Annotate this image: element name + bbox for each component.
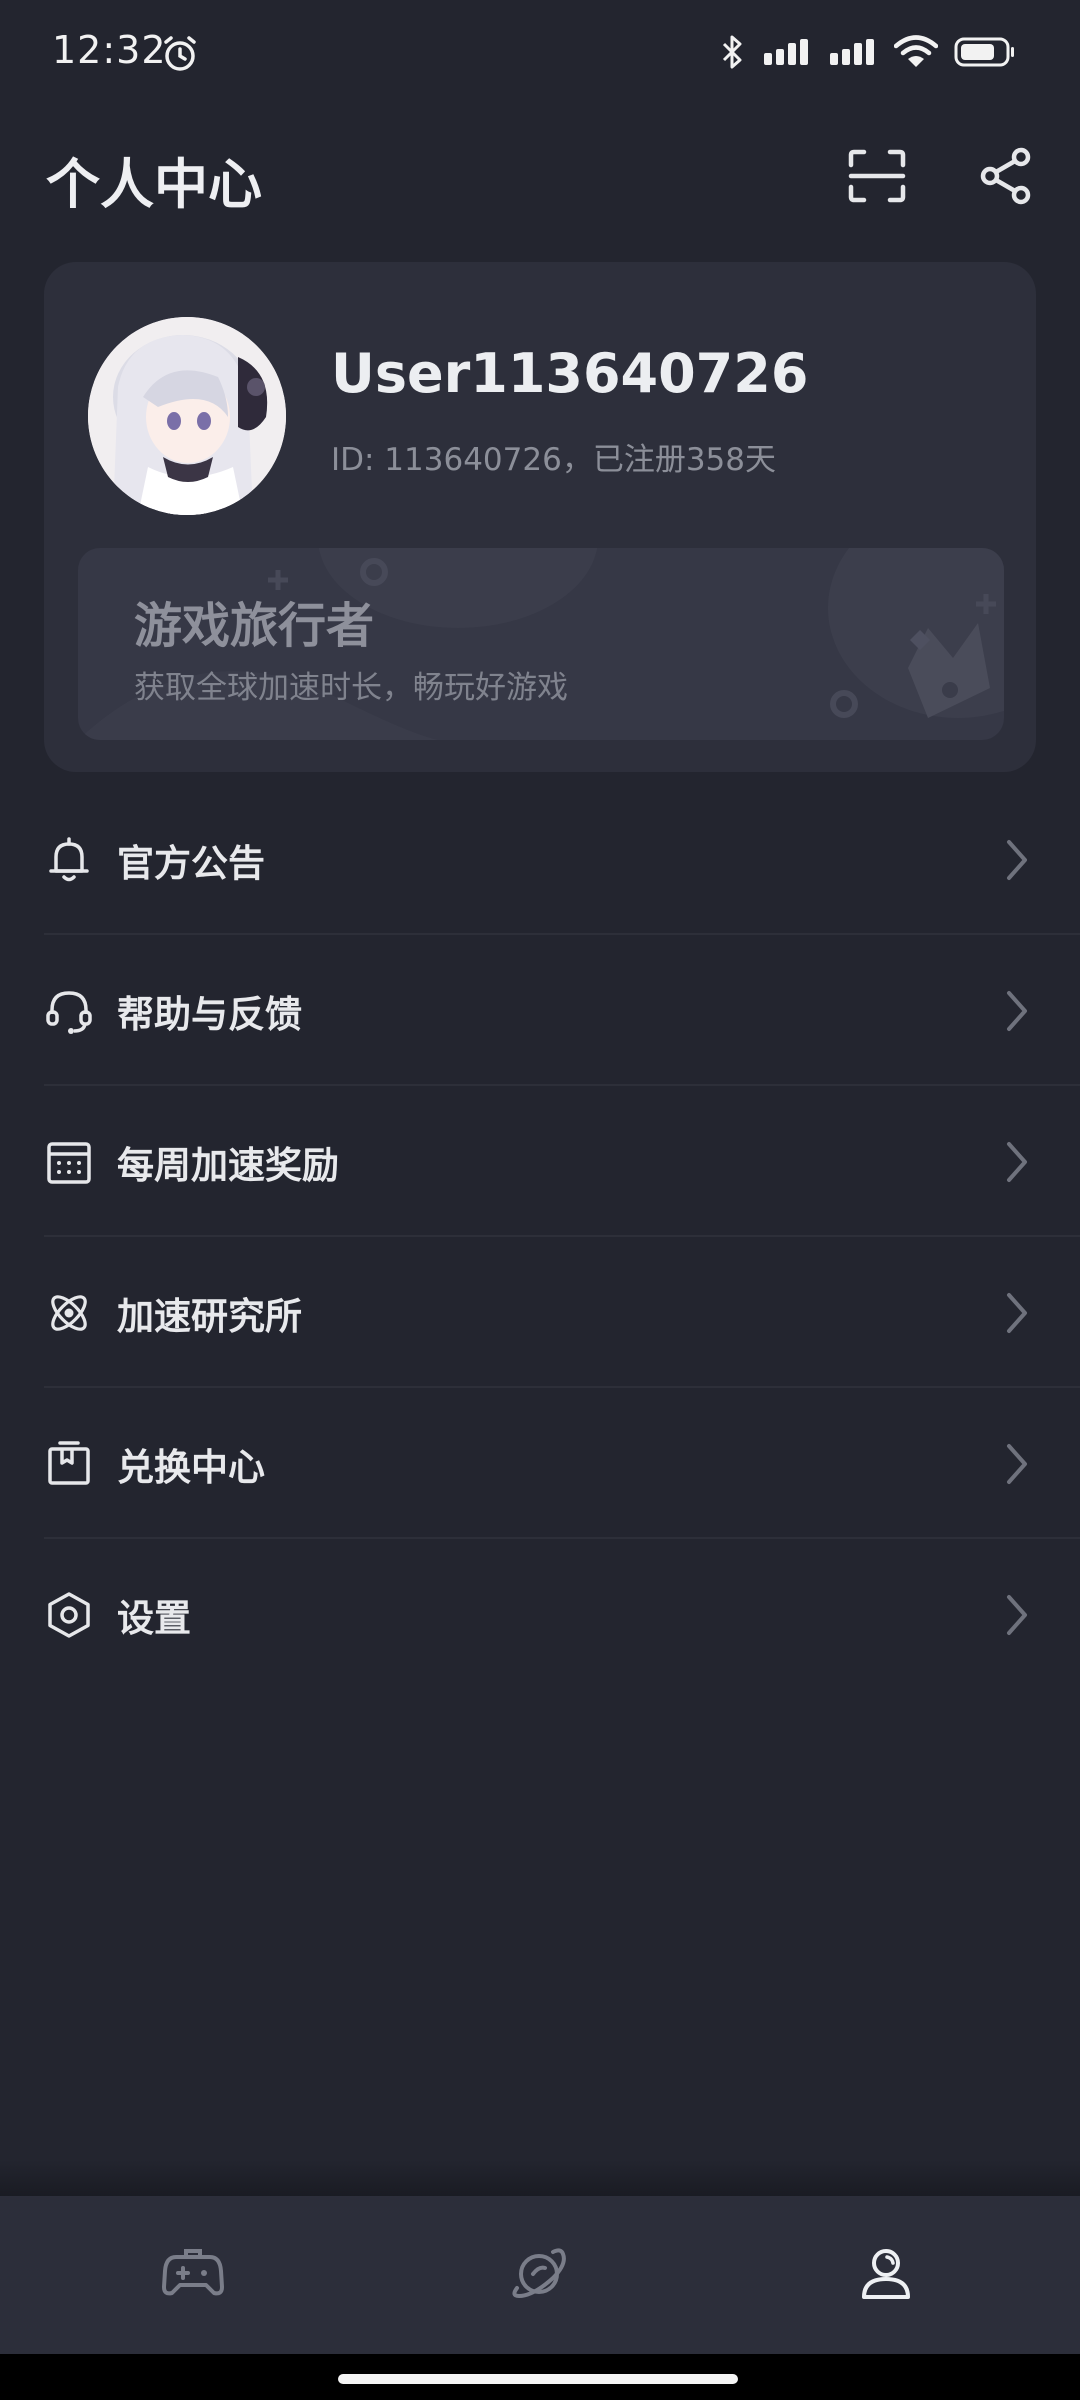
- share-icon: [980, 147, 1031, 205]
- chevron-right-icon: [1007, 1292, 1027, 1333]
- profile-page: 12:32 个人中心 User113640726 ID: 113640726，已…: [0, 0, 1080, 2400]
- vip-title: 游戏旅行者: [134, 598, 375, 654]
- bottom-nav: [0, 2196, 1080, 2354]
- page-title: 个人中心: [46, 153, 262, 216]
- signal-2-icon: [828, 37, 878, 67]
- planet-icon: [512, 2248, 566, 2299]
- signal-1-icon: [762, 37, 812, 67]
- bluetooth-icon: [720, 32, 746, 72]
- status-icons: [720, 30, 1016, 74]
- user-icon: [862, 2249, 910, 2299]
- menu-list: 官方公告 帮助与反馈 每周加速奖励 加速研究所 兑换中心 设置: [0, 784, 1080, 1690]
- atom-icon: [51, 1294, 87, 1331]
- username: User113640726: [331, 342, 809, 405]
- chevron-right-icon: [1007, 1594, 1027, 1635]
- nav-tab-profile[interactable]: [851, 2238, 921, 2308]
- menu-item-announcements[interactable]: 官方公告: [0, 784, 1080, 935]
- menu-label: 每周加速奖励: [117, 1143, 339, 1187]
- menu-item-redeem-center[interactable]: 兑换中心: [0, 1388, 1080, 1539]
- gift-box-icon: [48, 1440, 90, 1485]
- scan-icon: [848, 149, 906, 203]
- menu-item-help-feedback[interactable]: 帮助与反馈: [0, 935, 1080, 1086]
- chevron-right-icon: [1007, 990, 1027, 1031]
- headset-icon: [46, 990, 92, 1034]
- battery-icon: [954, 36, 1016, 68]
- vip-banner[interactable]: 游戏旅行者 获取全球加速时长，畅玩好游戏: [78, 548, 1004, 740]
- menu-label: 设置: [117, 1596, 191, 1640]
- user-id-line: ID: 113640726，已注册358天: [331, 442, 776, 478]
- home-gesture-bar[interactable]: [338, 2374, 738, 2384]
- share-button[interactable]: [974, 144, 1038, 208]
- avatar[interactable]: [88, 317, 286, 515]
- scan-button[interactable]: [845, 144, 909, 208]
- menu-item-weekly-reward[interactable]: 每周加速奖励: [0, 1086, 1080, 1237]
- gesture-area: [0, 2354, 1080, 2400]
- status-time: 12:32: [52, 28, 167, 72]
- nav-tab-games[interactable]: [158, 2238, 228, 2308]
- alarm-icon: [160, 34, 200, 74]
- profile-card[interactable]: User113640726 ID: 113640726，已注册358天 游戏旅行…: [44, 262, 1036, 772]
- bell-icon: [49, 836, 89, 881]
- nav-tab-explore[interactable]: [504, 2238, 574, 2308]
- menu-label: 加速研究所: [117, 1294, 302, 1338]
- wifi-icon: [894, 35, 938, 69]
- calendar-icon: [47, 1141, 91, 1184]
- menu-label: 官方公告: [117, 841, 265, 885]
- avatar-illustration: [88, 317, 286, 515]
- status-bar: 12:32: [0, 0, 1080, 104]
- chevron-right-icon: [1007, 1443, 1027, 1484]
- menu-item-acceleration-lab[interactable]: 加速研究所: [0, 1237, 1080, 1388]
- header: 个人中心: [0, 130, 1080, 220]
- menu-item-settings[interactable]: 设置: [0, 1539, 1080, 1690]
- gamepad-icon: [162, 2249, 224, 2296]
- menu-label: 兑换中心: [117, 1445, 265, 1489]
- bottom-nav-shadow: [0, 2160, 1080, 2196]
- chevron-right-icon: [1007, 1141, 1027, 1182]
- menu-label: 帮助与反馈: [117, 992, 302, 1036]
- chevron-right-icon: [1007, 839, 1027, 880]
- vip-subtitle: 获取全球加速时长，畅玩好游戏: [134, 670, 568, 706]
- settings-hexagon-icon: [48, 1591, 90, 1638]
